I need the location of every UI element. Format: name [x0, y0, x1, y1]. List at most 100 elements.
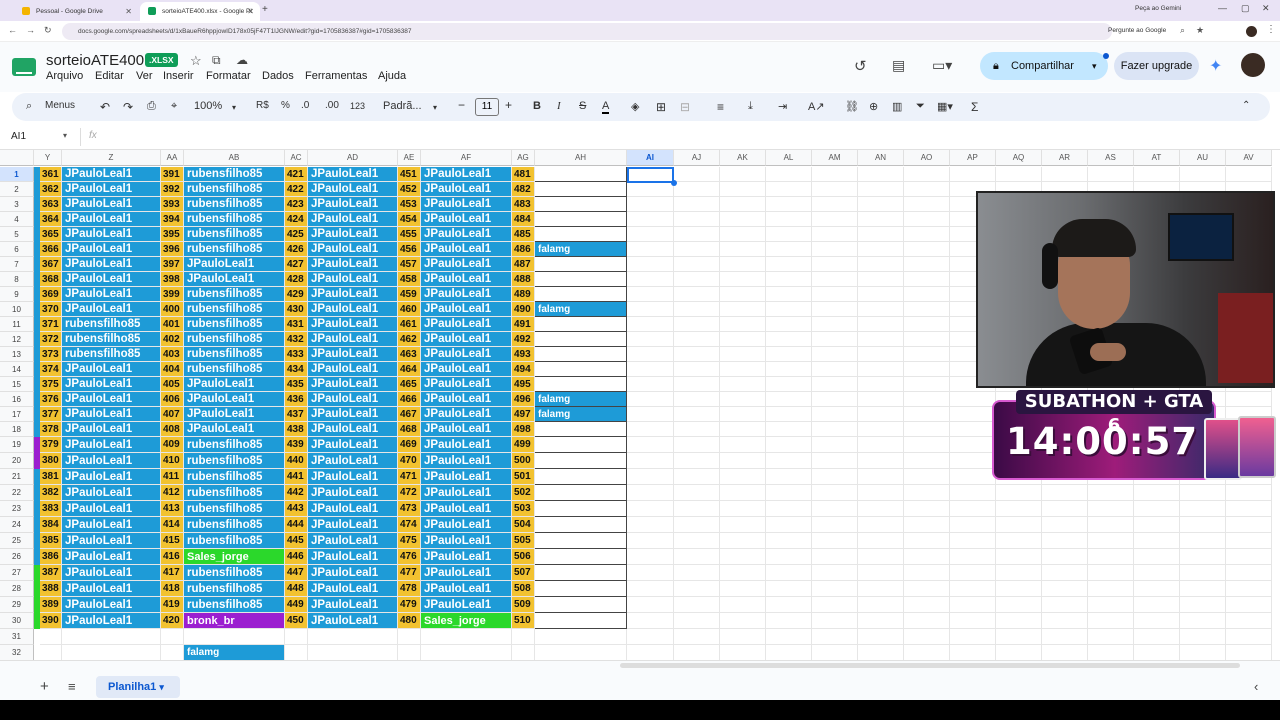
cell-av23[interactable]	[1226, 501, 1272, 517]
cell-y18[interactable]: 378	[40, 422, 62, 437]
cell-ag16[interactable]: 496	[512, 392, 535, 407]
row-header-22[interactable]: 22	[0, 485, 34, 501]
cell-al30[interactable]	[766, 613, 812, 629]
row-header-23[interactable]: 23	[0, 501, 34, 517]
menu-ver[interactable]: Ver	[136, 70, 153, 82]
bold-icon[interactable]: B	[533, 100, 541, 112]
cell-am3[interactable]	[812, 197, 858, 212]
cell-aj2[interactable]	[674, 182, 720, 197]
cell-ah5[interactable]	[535, 227, 627, 242]
cell-ac30[interactable]: 450	[285, 613, 308, 629]
cell-am20[interactable]	[812, 453, 858, 469]
cell-aj18[interactable]	[674, 422, 720, 437]
cell-ae10[interactable]: 460	[398, 302, 421, 317]
cell-am15[interactable]	[812, 377, 858, 392]
cell-an27[interactable]	[858, 565, 904, 581]
cell-y3[interactable]: 363	[40, 197, 62, 212]
cell-am19[interactable]	[812, 437, 858, 453]
cell-z10[interactable]: JPauloLeal1	[62, 302, 161, 317]
cell-ad26[interactable]: JPauloLeal1	[308, 549, 398, 565]
cell-ai12[interactable]	[627, 332, 674, 347]
cell-ar23[interactable]	[1042, 501, 1088, 517]
cell-ai5[interactable]	[627, 227, 674, 242]
cell-al20[interactable]	[766, 453, 812, 469]
cell-ae30[interactable]: 480	[398, 613, 421, 629]
cell-aj5[interactable]	[674, 227, 720, 242]
cell-ae11[interactable]: 461	[398, 317, 421, 332]
cell-aa30[interactable]: 420	[161, 613, 184, 629]
cell-aq22[interactable]	[996, 485, 1042, 501]
cell-ai22[interactable]	[627, 485, 674, 501]
cell-z4[interactable]: JPauloLeal1	[62, 212, 161, 227]
cell-ag32[interactable]	[512, 645, 535, 660]
cell-z11[interactable]: rubensfilho85	[62, 317, 161, 332]
cell-y22[interactable]: 382	[40, 485, 62, 501]
cell-aq27[interactable]	[996, 565, 1042, 581]
cell-at28[interactable]	[1134, 581, 1180, 597]
cell-ab3[interactable]: rubensfilho85	[184, 197, 285, 212]
cell-au24[interactable]	[1180, 517, 1226, 533]
cell-av22[interactable]	[1226, 485, 1272, 501]
cell-ae14[interactable]: 464	[398, 362, 421, 377]
cell-ao9[interactable]	[904, 287, 950, 302]
back-icon[interactable]: ←	[8, 25, 17, 35]
cell-z9[interactable]: JPauloLeal1	[62, 287, 161, 302]
cell-ab14[interactable]: rubensfilho85	[184, 362, 285, 377]
cell-ar28[interactable]	[1042, 581, 1088, 597]
cell-z27[interactable]: JPauloLeal1	[62, 565, 161, 581]
cell-am24[interactable]	[812, 517, 858, 533]
cell-ae1[interactable]: 451	[398, 167, 421, 182]
cell-ah6[interactable]: falamg	[535, 242, 627, 257]
cell-ad4[interactable]: JPauloLeal1	[308, 212, 398, 227]
cell-af27[interactable]: JPauloLeal1	[421, 565, 512, 581]
cell-z1[interactable]: JPauloLeal1	[62, 167, 161, 182]
cell-aj20[interactable]	[674, 453, 720, 469]
cell-z19[interactable]: JPauloLeal1	[62, 437, 161, 453]
cell-ag18[interactable]: 498	[512, 422, 535, 437]
cell-ah28[interactable]	[535, 581, 627, 597]
cell-ag24[interactable]: 504	[512, 517, 535, 533]
cell-ar32[interactable]	[1042, 645, 1088, 660]
cell-ad31[interactable]	[308, 629, 398, 645]
fill-handle[interactable]	[671, 180, 677, 186]
cell-ao5[interactable]	[904, 227, 950, 242]
cell-ac8[interactable]: 428	[285, 272, 308, 287]
cell-ap18[interactable]	[950, 422, 996, 437]
menu-editar[interactable]: Editar	[95, 70, 124, 82]
cell-y31[interactable]	[40, 629, 62, 645]
row-header-2[interactable]: 2	[0, 182, 34, 197]
cell-ac23[interactable]: 443	[285, 501, 308, 517]
cell-au31[interactable]	[1180, 629, 1226, 645]
cell-ag30[interactable]: 510	[512, 613, 535, 629]
cell-am18[interactable]	[812, 422, 858, 437]
cell-ah14[interactable]	[535, 362, 627, 377]
cell-ak20[interactable]	[720, 453, 766, 469]
cell-ae24[interactable]: 474	[398, 517, 421, 533]
column-header-aj[interactable]: AJ	[674, 150, 720, 166]
cell-ac19[interactable]: 439	[285, 437, 308, 453]
cell-an10[interactable]	[858, 302, 904, 317]
cell-ae3[interactable]: 453	[398, 197, 421, 212]
cell-al25[interactable]	[766, 533, 812, 549]
forward-icon[interactable]: →	[26, 25, 35, 35]
profile-avatar[interactable]	[1246, 26, 1257, 37]
cell-ao3[interactable]	[904, 197, 950, 212]
italic-icon[interactable]: I	[557, 100, 561, 112]
menu-inserir[interactable]: Inserir	[163, 70, 194, 82]
cell-ad17[interactable]: JPauloLeal1	[308, 407, 398, 422]
cell-af5[interactable]: JPauloLeal1	[421, 227, 512, 242]
cell-ai24[interactable]	[627, 517, 674, 533]
cell-ad24[interactable]: JPauloLeal1	[308, 517, 398, 533]
cell-aj21[interactable]	[674, 469, 720, 485]
cell-ap28[interactable]	[950, 581, 996, 597]
cell-ag22[interactable]: 502	[512, 485, 535, 501]
cell-al26[interactable]	[766, 549, 812, 565]
cell-z15[interactable]: JPauloLeal1	[62, 377, 161, 392]
cell-ag25[interactable]: 505	[512, 533, 535, 549]
cell-aa21[interactable]: 411	[161, 469, 184, 485]
cell-af3[interactable]: JPauloLeal1	[421, 197, 512, 212]
cell-ao32[interactable]	[904, 645, 950, 660]
align-vertical-icon[interactable]: ⤓	[748, 100, 753, 113]
cell-aq1[interactable]	[996, 167, 1042, 182]
cell-aj25[interactable]	[674, 533, 720, 549]
